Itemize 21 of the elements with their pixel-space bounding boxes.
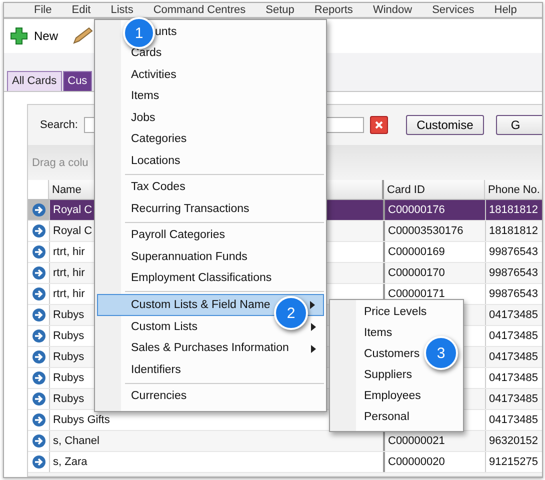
table-cell-text: 04173485 [488,308,539,323]
table-cell-text: 04173485 [488,329,539,344]
table-cell-text: 04173485 [488,392,539,407]
table-cell-text: 99876543 [488,245,539,260]
table-cell-text: 99876543 [488,287,539,302]
table-cell: C00003530176 [385,221,486,241]
table-cell-text: 91215275 [488,455,539,470]
table-cell: C00000020 [385,452,486,472]
group-hint: Drag a colu [32,156,88,168]
table-cell-text: 18181812 [488,224,539,239]
search-label: Search: [40,119,78,131]
table-cell: C00000169 [385,242,486,262]
table-cell: C00000170 [385,263,486,283]
table-cell: C00000176 [385,200,486,220]
table-cell-text: 04173485 [488,413,539,428]
table-cell-text: 04173485 [488,371,539,386]
table-cell-text: 96320152 [488,434,539,449]
table-cell: s, Zara [50,452,385,472]
table-cell: 18181812 [486,200,542,220]
table-cell-text: 99876543 [488,266,539,281]
table-cell-text: 04173485 [488,350,539,365]
